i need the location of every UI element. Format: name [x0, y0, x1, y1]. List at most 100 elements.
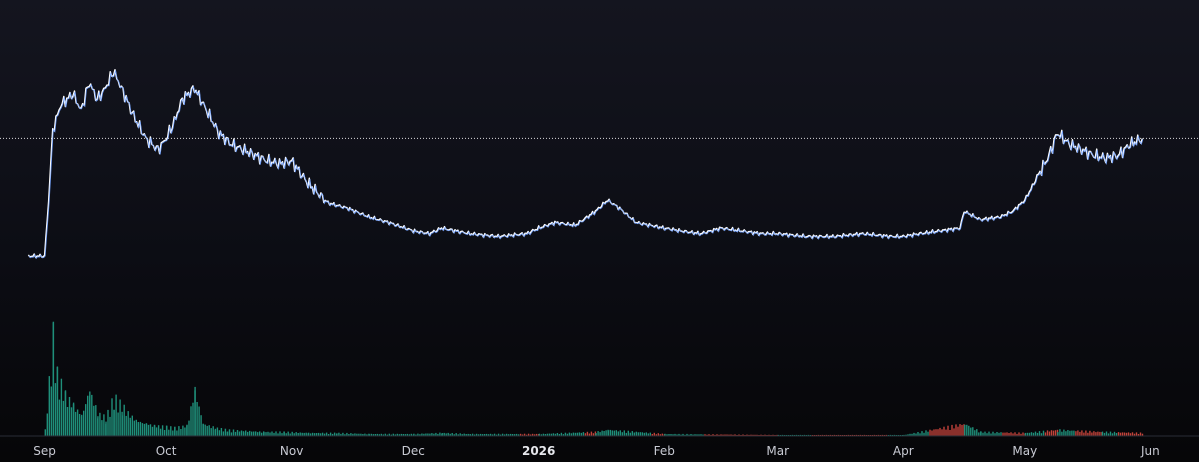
- volume-bar: [1010, 432, 1012, 436]
- volume-bar: [200, 415, 202, 436]
- volume-bar: [1085, 430, 1087, 436]
- volume-bar: [70, 407, 73, 436]
- volume-bar: [931, 430, 933, 436]
- volume-bar: [194, 386, 196, 436]
- volume-bar: [635, 431, 637, 436]
- volume-bar: [1044, 432, 1047, 436]
- volume-bar: [178, 426, 180, 436]
- volume-bar: [78, 414, 81, 436]
- volume-bar: [1014, 432, 1016, 436]
- volume-bar: [1081, 430, 1083, 436]
- volume-bar: [259, 431, 261, 436]
- volume-bar: [243, 432, 245, 436]
- volume-bar: [135, 419, 137, 436]
- x-tick-label: Nov: [280, 444, 303, 458]
- volume-bar: [48, 376, 50, 436]
- volume-bar: [95, 405, 97, 436]
- volume-bar: [170, 426, 172, 436]
- volume-bar: [91, 394, 93, 436]
- volume-bar: [115, 394, 117, 436]
- volume-bar: [99, 412, 101, 436]
- volume-bar: [1121, 432, 1124, 436]
- volume-bar: [271, 431, 273, 436]
- volume-bar: [1038, 431, 1041, 436]
- price-series-accent: [28, 70, 1144, 260]
- volume-bar: [951, 424, 953, 436]
- price-chart[interactable]: Sep Oct Nov Dec 2026 Feb Mar Apr May Jun: [0, 0, 1199, 462]
- volume-bar: [251, 431, 253, 436]
- volume-bar: [60, 378, 63, 436]
- volume-bar: [50, 386, 52, 436]
- volume-bar: [83, 410, 85, 436]
- volume-bar: [1083, 432, 1085, 436]
- volume-bar: [615, 430, 617, 436]
- volume-bar: [611, 430, 613, 436]
- volume-bar: [89, 391, 91, 436]
- volume-bar: [283, 431, 285, 436]
- volume-bar: [1042, 430, 1045, 436]
- volume-bar: [141, 423, 144, 436]
- volume-bar: [974, 430, 976, 436]
- volume-bar: [1004, 432, 1006, 436]
- volume-bar: [619, 430, 621, 436]
- volume-bar: [121, 415, 123, 436]
- volume-bar: [107, 409, 109, 436]
- volume-bar: [275, 431, 277, 436]
- volume-bar: [1059, 429, 1061, 436]
- volume-bar: [929, 429, 931, 436]
- volume-bar: [147, 424, 150, 436]
- volume-bar: [597, 431, 599, 436]
- volume-bar: [44, 429, 46, 436]
- volume-bar: [234, 431, 237, 436]
- volume-bar: [933, 429, 935, 436]
- volume-bar: [633, 432, 635, 436]
- x-tick-label: 2026: [522, 444, 555, 458]
- volume-bar: [953, 428, 955, 436]
- volume-bar: [145, 424, 148, 436]
- volume-bar: [1077, 430, 1079, 436]
- volume-bar: [198, 406, 200, 436]
- x-tick-label: Jun: [1140, 444, 1160, 458]
- volume-bar: [161, 425, 164, 436]
- volume-bar: [582, 432, 585, 436]
- volume-bar: [76, 409, 79, 436]
- volume-bar: [609, 429, 611, 436]
- x-tick-label: Dec: [402, 444, 425, 458]
- volume-bar: [204, 424, 206, 436]
- volume-bar: [641, 432, 643, 436]
- volume-bar: [279, 431, 281, 436]
- time-axis: Sep Oct Nov Dec 2026 Feb Mar Apr May Jun: [33, 444, 1159, 458]
- volume-bar: [52, 321, 55, 436]
- volume-bar: [1095, 432, 1097, 436]
- volume-bar: [1127, 432, 1130, 436]
- volume-bar: [992, 431, 994, 436]
- volume-bar: [216, 427, 219, 436]
- volume-bar: [66, 407, 69, 436]
- volume-bar: [220, 428, 223, 436]
- x-tick-label: Feb: [654, 444, 675, 458]
- volume-bar: [941, 429, 943, 436]
- x-tick-label: Apr: [893, 444, 914, 458]
- volume-bar: [945, 429, 947, 436]
- volume-bar: [265, 432, 267, 436]
- volume-bar: [964, 424, 966, 436]
- volume-bar: [222, 431, 225, 436]
- volume-bar: [68, 397, 71, 436]
- volume-bar: [623, 430, 625, 436]
- volume-bar: [637, 432, 639, 436]
- volume-bar: [245, 430, 247, 436]
- volume-bar: [186, 424, 188, 436]
- volume-bar: [263, 432, 265, 436]
- volume-bar: [1067, 430, 1069, 436]
- volume-bar: [257, 432, 259, 436]
- volume-bar: [1139, 432, 1142, 436]
- volume-bar: [174, 426, 176, 436]
- volume-bar: [72, 402, 75, 436]
- volume-bar: [1131, 432, 1134, 436]
- volume-bars: [44, 321, 1144, 436]
- volume-bar: [607, 430, 609, 436]
- volume-bar: [939, 427, 941, 436]
- volume-bar: [208, 425, 210, 436]
- volume-bar: [129, 420, 131, 436]
- volume-bar: [74, 411, 77, 436]
